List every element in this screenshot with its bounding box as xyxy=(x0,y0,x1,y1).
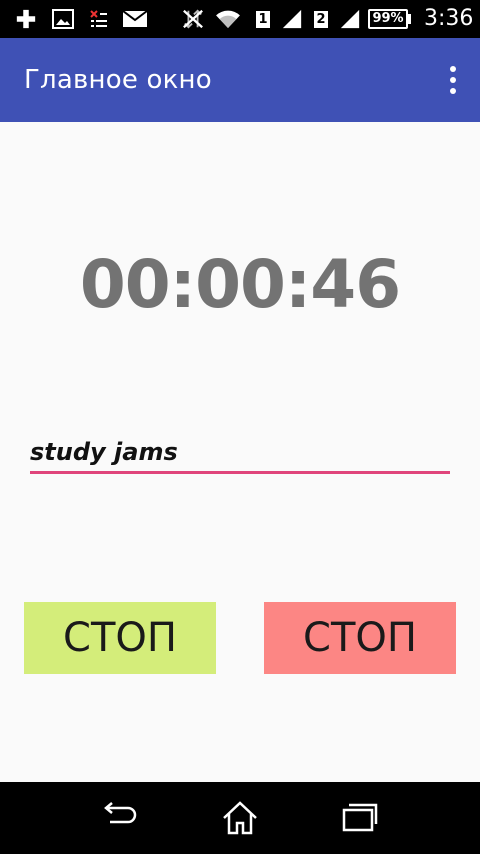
back-icon[interactable] xyxy=(100,800,140,836)
timer-display: 00:00:46 xyxy=(79,246,401,323)
text-input[interactable] xyxy=(30,434,450,470)
no-data-icon xyxy=(183,9,203,29)
overflow-menu-icon[interactable] xyxy=(446,66,460,94)
wifi-icon xyxy=(216,10,240,29)
status-time: 3:36 xyxy=(424,6,474,31)
text-field[interactable] xyxy=(30,434,450,474)
recents-icon[interactable] xyxy=(340,800,380,836)
overflow-dot xyxy=(450,66,456,72)
sim1-signal-icon xyxy=(282,9,302,29)
stop-button-right[interactable]: СТОП xyxy=(264,602,456,674)
battery-tip xyxy=(408,14,411,24)
navigation-bar xyxy=(0,782,480,854)
sms-notification-icon xyxy=(90,10,107,27)
add-notification-icon xyxy=(16,9,36,29)
home-icon[interactable] xyxy=(220,800,260,836)
image-notification-icon xyxy=(52,9,74,29)
stop-button-left[interactable]: СТОП xyxy=(24,602,216,674)
sim2-badge: 2 xyxy=(314,11,328,28)
sim2-signal-icon xyxy=(340,9,360,29)
overflow-dot xyxy=(450,77,456,83)
input-underline xyxy=(30,471,450,474)
mail-notification-icon xyxy=(122,10,148,27)
sim1-badge: 1 xyxy=(256,11,270,28)
app-title: Главное окно xyxy=(24,65,212,95)
battery-level: 99% xyxy=(372,11,404,26)
battery-icon: 99% xyxy=(368,9,408,29)
overflow-dot xyxy=(450,88,456,94)
app-bar: Главное окно xyxy=(0,38,480,122)
status-bar: 1 2 99% 3:36 xyxy=(0,0,480,38)
